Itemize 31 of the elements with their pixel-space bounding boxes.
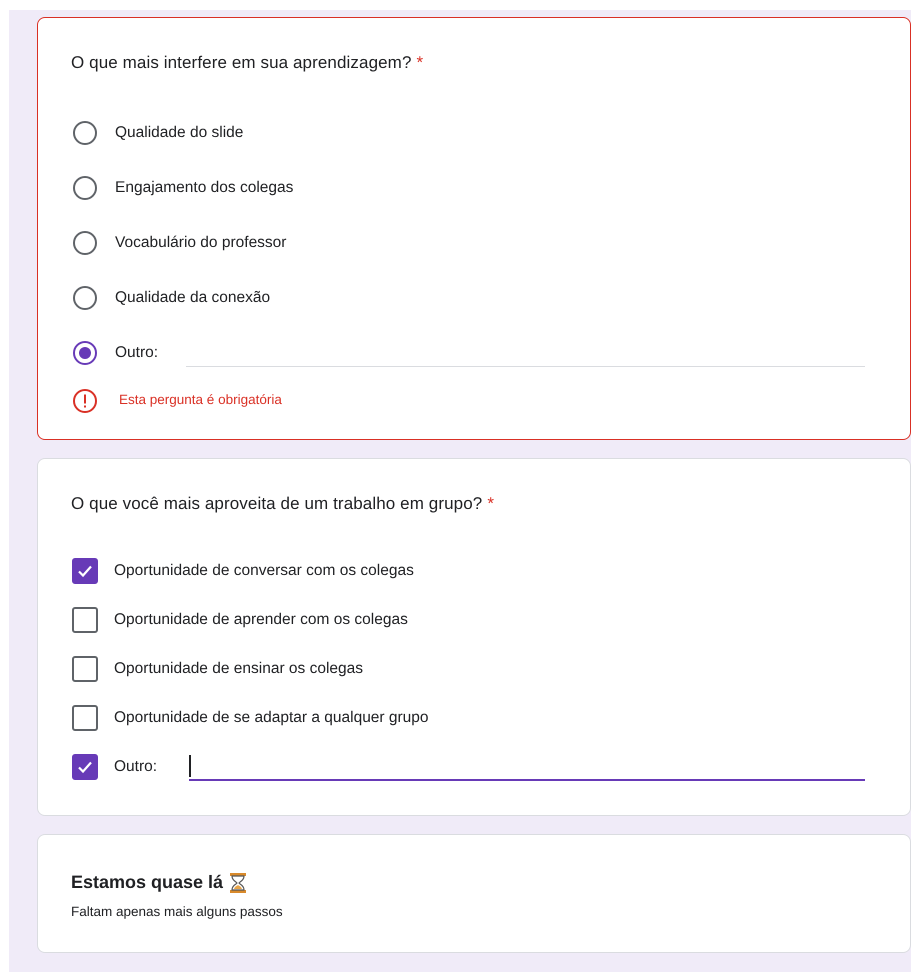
option-label[interactable]: Oportunidade de se adaptar a qualquer grupo: [114, 706, 429, 730]
question-title: O que mais interfere em sua aprendizagem?: [71, 53, 412, 72]
section-subtitle: Faltam apenas mais alguns passos: [71, 903, 284, 921]
error-message: Esta pergunta é obrigatória: [119, 391, 282, 410]
required-mark: *: [416, 53, 424, 72]
option-label[interactable]: Oportunidade de aprender com os colegas: [114, 608, 408, 632]
checkbox[interactable]: [72, 558, 98, 584]
required-mark: *: [487, 494, 494, 512]
option-label[interactable]: Outro:: [115, 341, 158, 365]
radio-button[interactable]: [71, 119, 99, 147]
question-title: O que você mais aproveita de um trabalho em grupo?: [71, 494, 482, 512]
option-label[interactable]: Qualidade do slide: [115, 121, 244, 145]
radio-button[interactable]: [71, 229, 99, 257]
option-label[interactable]: Oportunidade de conversar com os colegas: [114, 558, 414, 582]
checkbox[interactable]: [72, 656, 98, 682]
option-label[interactable]: Oportunidade de ensinar os colegas: [114, 656, 364, 680]
section-title: Estamos quase lá: [71, 871, 224, 894]
option-label[interactable]: Vocabulário do professor: [115, 231, 286, 255]
checkbox[interactable]: [72, 704, 98, 730]
option-label[interactable]: Qualidade da conexão: [115, 286, 270, 310]
option-label[interactable]: Outro:: [114, 754, 158, 778]
hourglass-icon: [229, 872, 248, 894]
other-answer-field[interactable]: [189, 752, 865, 780]
radio-button[interactable]: [71, 174, 99, 202]
radio-button[interactable]: [71, 284, 99, 312]
option-label[interactable]: Engajamento dos colegas: [115, 176, 294, 200]
checkbox[interactable]: [72, 754, 98, 780]
text-cursor: [189, 754, 191, 776]
radio-button[interactable]: [71, 339, 99, 367]
error-icon: [71, 386, 99, 414]
checkbox[interactable]: [72, 606, 98, 632]
